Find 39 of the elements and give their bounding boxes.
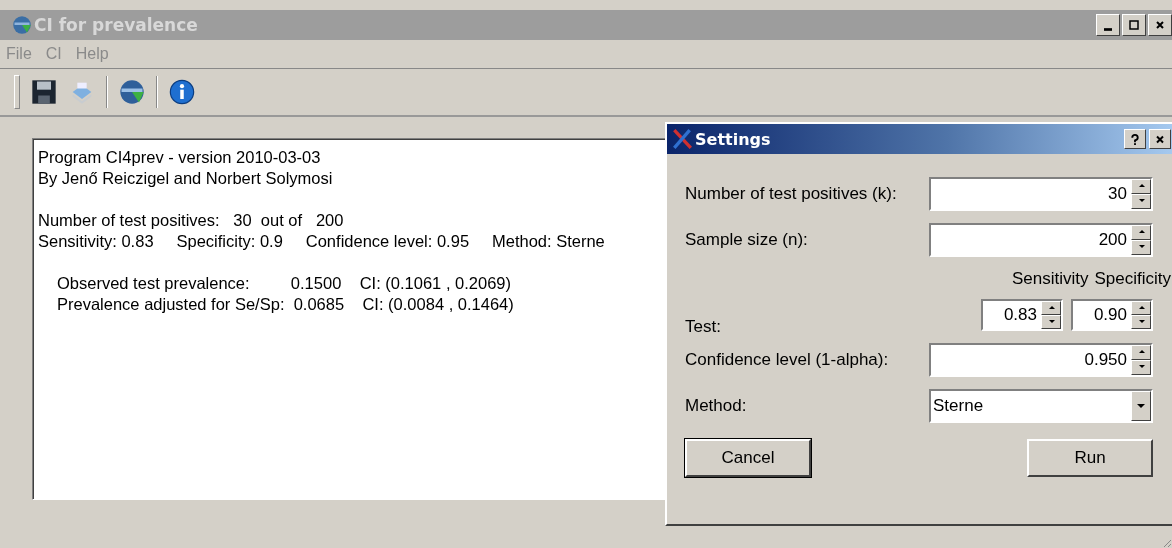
field-label: Confidence level (1-alpha): [685, 350, 889, 370]
minimize-button[interactable] [1096, 14, 1120, 36]
globe-icon[interactable] [118, 78, 146, 106]
spin-box[interactable]: 0.90 [1071, 299, 1153, 331]
method-dropdown[interactable]: Sterne [929, 389, 1153, 423]
caret-icon [1136, 403, 1146, 409]
output-line: Sensitivity: 0.83 Specificity: 0.9 Confidence level: 0.95 Method: Sterne [38, 231, 605, 252]
close-button[interactable] [1148, 14, 1172, 36]
output-line: Program CI4prev - version 2010-03-03 [38, 147, 321, 168]
column-heading: Specificity [1094, 269, 1171, 289]
globe-icon [12, 15, 32, 35]
dialog-button[interactable]: Cancel [685, 439, 811, 477]
close-button[interactable] [1149, 129, 1171, 149]
spin-box[interactable]: 30 [929, 177, 1153, 211]
output-line: Prevalence adjusted for Se/Sp: 0.0685 CI: (0.0084 , 0.1464) [56, 294, 514, 315]
question-mark-icon [1130, 133, 1140, 145]
window-title: CI for prevalence [34, 15, 198, 35]
column-heading: Sensitivity [1011, 269, 1089, 289]
output-line: Observed test prevalence: 0.1500 CI: (0.1061 , 0.2069) [56, 273, 511, 294]
maximize-button[interactable] [1122, 14, 1146, 36]
field-label: Sample size (n): [685, 230, 808, 250]
close-icon [1155, 133, 1165, 145]
dialog-button[interactable]: Run [1027, 439, 1153, 477]
close-icon [1155, 20, 1165, 30]
spin-box[interactable]: 0.83 [981, 299, 1063, 331]
output-line: By Jenő Reiczigel and Norbert Solymosi [38, 168, 333, 189]
dialog-title: Settings [695, 129, 771, 149]
field-label: Test: [685, 317, 721, 337]
tools-icon [671, 128, 693, 150]
help-button[interactable] [1124, 129, 1146, 149]
field-label: Number of test positives (k): [685, 184, 897, 204]
save-icon[interactable] [30, 78, 58, 106]
maximize-icon [1129, 20, 1139, 30]
minimize-icon [1104, 27, 1112, 31]
info-icon[interactable] [168, 78, 196, 106]
spin-box[interactable]: 200 [929, 223, 1153, 257]
output-line: Number of test positives: 30 out of 200 [38, 210, 344, 231]
field-label: Method: [685, 396, 747, 416]
spin-box[interactable]: 0.950 [929, 343, 1153, 377]
